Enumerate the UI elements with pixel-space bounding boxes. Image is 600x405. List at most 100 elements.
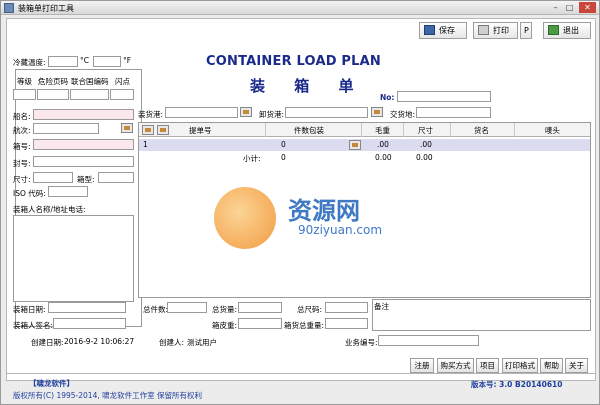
exit-button[interactable]: 退出 bbox=[543, 22, 591, 39]
creator-label: 创建人: bbox=[159, 338, 185, 347]
celsius-label: °C bbox=[80, 56, 89, 65]
purchase-button[interactable]: 购买方式 bbox=[437, 358, 474, 373]
column-weight[interactable]: 毛重 bbox=[375, 125, 390, 136]
no-label: No: bbox=[380, 93, 395, 102]
close-icon[interactable]: ✕ bbox=[579, 2, 596, 13]
reefer-c-input[interactable] bbox=[48, 56, 78, 67]
flash-point-input[interactable] bbox=[110, 89, 134, 100]
seal-input[interactable] bbox=[33, 156, 134, 167]
delivery-place-input[interactable] bbox=[416, 107, 491, 118]
table-row[interactable]: 1 0 .00 .00 bbox=[139, 139, 590, 151]
remark-textarea[interactable] bbox=[372, 299, 591, 331]
seal-label: 封号: bbox=[13, 159, 31, 168]
total-weight-input[interactable] bbox=[238, 302, 282, 313]
box-total-weight-input[interactable] bbox=[325, 318, 368, 329]
business-no-input[interactable] bbox=[378, 335, 479, 346]
row-pack-lookup-icon[interactable] bbox=[349, 140, 361, 150]
voyage-lookup-icon[interactable] bbox=[121, 123, 133, 133]
column-pieces[interactable]: 件数包装 bbox=[294, 125, 324, 136]
size-input[interactable] bbox=[33, 172, 73, 183]
signer-label: 装箱人签名: bbox=[13, 321, 54, 330]
subtotal-weight: 0.00 bbox=[375, 153, 392, 162]
voyage-input[interactable] bbox=[33, 123, 99, 134]
subtotal-size: 0.00 bbox=[416, 153, 433, 162]
column-goods[interactable]: 货名 bbox=[474, 125, 489, 136]
created-date-label: 创建日期: bbox=[31, 338, 64, 347]
remark-label: 备注 bbox=[374, 302, 389, 311]
total-pieces-label: 总件数: bbox=[143, 305, 169, 314]
shipper-textarea[interactable] bbox=[13, 215, 134, 302]
no-input[interactable] bbox=[397, 91, 491, 102]
watermark-circle-icon bbox=[214, 187, 276, 249]
print-format-button[interactable]: 打印格式 bbox=[502, 358, 538, 373]
form-title: CONTAINER LOAD PLAN bbox=[206, 54, 381, 69]
p-label: P bbox=[524, 26, 529, 35]
creator-value: 测试用户 bbox=[187, 338, 217, 347]
row-pieces: 0 bbox=[281, 140, 286, 149]
grid-delete-row-icon[interactable] bbox=[157, 125, 169, 135]
pack-date-label: 装箱日期: bbox=[13, 305, 46, 314]
total-size-input[interactable] bbox=[325, 302, 368, 313]
print-preview-button[interactable]: P bbox=[520, 22, 532, 39]
business-no-label: 业务编号: bbox=[345, 338, 378, 347]
box-total-weight-label: 箱货总重量: bbox=[284, 321, 325, 330]
project-button[interactable]: 项目 bbox=[476, 358, 499, 373]
copyright-text: 版权所有(C) 1995-2014, 啸龙软件工作室 保留所有权利 bbox=[13, 391, 203, 400]
discharge-port-lookup-icon[interactable] bbox=[371, 107, 383, 117]
watermark-text: 资源网 bbox=[288, 197, 360, 225]
total-size-label: 总尺码: bbox=[297, 305, 323, 314]
print-button[interactable]: 打印 bbox=[473, 22, 518, 39]
column-size[interactable]: 尺寸 bbox=[418, 125, 433, 136]
minimize-icon[interactable]: – bbox=[549, 2, 562, 13]
box-weight-input[interactable] bbox=[238, 318, 282, 329]
row-index: 1 bbox=[143, 140, 148, 149]
load-port-input[interactable] bbox=[165, 107, 238, 118]
subtotal-pieces: 0 bbox=[281, 153, 286, 162]
version-label: 版本号: 3.0 B20140610 bbox=[471, 380, 563, 389]
main-window: 装箱单打印工具 – □ ✕ 保存 打印 P 退出 CONTAINER LOAD … bbox=[0, 0, 600, 405]
grade-input[interactable] bbox=[13, 89, 36, 100]
reefer-f-input[interactable] bbox=[93, 56, 121, 67]
subtotal-row: 小计: 0 0.00 0.00 bbox=[139, 152, 590, 164]
about-button[interactable]: 关于 bbox=[565, 358, 588, 373]
total-pieces-input[interactable] bbox=[167, 302, 207, 313]
window-title: 装箱单打印工具 bbox=[18, 4, 74, 13]
exit-icon bbox=[548, 25, 559, 35]
pack-date-input[interactable] bbox=[48, 302, 126, 313]
un-code-input[interactable] bbox=[70, 89, 109, 100]
column-marks[interactable]: 唛头 bbox=[545, 125, 560, 136]
dangerous-page-input[interactable] bbox=[37, 89, 69, 100]
box-type-input[interactable] bbox=[98, 172, 134, 183]
un-code-label: 联合国编码 bbox=[71, 77, 109, 86]
load-port-label: 装货港: bbox=[138, 110, 164, 119]
discharge-port-input[interactable] bbox=[285, 107, 368, 118]
voyage-label: 航次: bbox=[13, 126, 31, 135]
total-weight-label: 总货量: bbox=[212, 305, 238, 314]
app-icon bbox=[4, 3, 14, 13]
maximize-icon[interactable]: □ bbox=[563, 2, 576, 13]
load-port-lookup-icon[interactable] bbox=[240, 107, 252, 117]
exit-label: 退出 bbox=[563, 26, 579, 35]
reefer-label: 冷藏温度: bbox=[13, 58, 46, 67]
box-no-input[interactable] bbox=[33, 139, 134, 150]
save-label: 保存 bbox=[439, 26, 455, 35]
help-button[interactable]: 帮助 bbox=[540, 358, 563, 373]
title-bar: 装箱单打印工具 – □ ✕ bbox=[1, 1, 599, 15]
shipper-label: 装箱人名称/地址电话: bbox=[13, 205, 86, 214]
subtotal-label: 小计: bbox=[243, 154, 261, 163]
company-logo-text: 【啸龙软件】 bbox=[29, 379, 74, 388]
vessel-input[interactable] bbox=[33, 109, 134, 120]
box-weight-label: 箱皮重: bbox=[212, 321, 238, 330]
save-icon bbox=[424, 25, 435, 35]
register-button[interactable]: 注册 bbox=[410, 358, 434, 373]
signer-input[interactable] bbox=[53, 318, 126, 329]
printer-icon bbox=[478, 25, 489, 35]
grid-add-row-icon[interactable] bbox=[142, 125, 154, 135]
size-label: 尺寸: bbox=[13, 175, 31, 184]
iso-code-input[interactable] bbox=[48, 186, 88, 197]
column-bl-no[interactable]: 提单号 bbox=[189, 125, 212, 136]
footer-divider bbox=[6, 373, 596, 374]
save-button[interactable]: 保存 bbox=[419, 22, 467, 39]
grid-header: 提单号 件数包装 毛重 尺寸 货名 唛头 bbox=[139, 123, 590, 137]
form-subtitle: 装 箱 单 bbox=[250, 77, 366, 95]
